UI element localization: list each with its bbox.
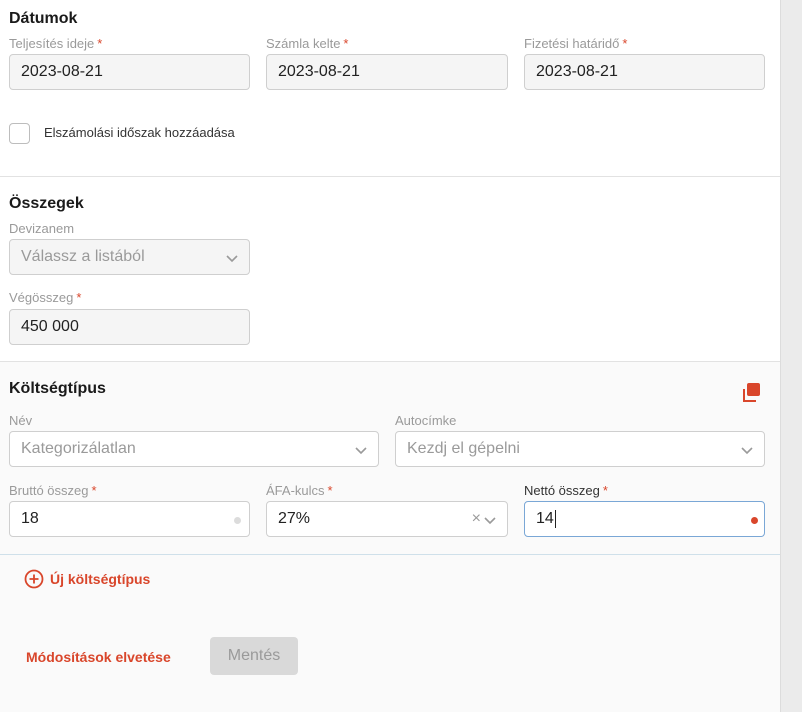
net-amount-value: 14 [536, 510, 554, 527]
chevron-down-icon [226, 255, 238, 263]
due-date-label: Fizetési határidő * [524, 36, 628, 51]
net-amount-label: Nettó összeg * [524, 483, 608, 498]
copy-icon[interactable] [740, 382, 762, 404]
cost-type-section-title: Költségtípus [9, 380, 106, 397]
chevron-down-icon [741, 447, 753, 455]
clear-icon[interactable]: × [472, 510, 481, 528]
status-dot [234, 517, 241, 524]
currency-select-placeholder: Válassz a listából [21, 248, 145, 265]
fulfillment-date-field[interactable]: 2023-08-21 [9, 54, 250, 90]
gross-amount-field[interactable]: 18 [9, 501, 250, 537]
add-cost-type-button[interactable]: Új költségtípus [50, 571, 150, 587]
plus-circle-icon[interactable] [24, 569, 44, 589]
total-amount-label: Végösszeg * [9, 290, 82, 305]
vat-rate-select[interactable]: 27% × [266, 501, 508, 537]
status-dot [751, 517, 758, 524]
cost-name-select-value: Kategorizálatlan [21, 440, 136, 457]
invoice-date-label: Számla kelte * [266, 36, 349, 51]
autotag-label: Autocímke [395, 413, 457, 428]
scrollbar-track[interactable] [780, 0, 802, 712]
billing-period-checkbox-label: Elszámolási időszak hozzáadása [44, 125, 235, 140]
section-divider [0, 361, 780, 362]
vat-rate-value: 27% [278, 510, 311, 527]
autotag-input-placeholder: Kezdj el gépelni [407, 440, 520, 457]
total-amount-field[interactable]: 450 000 [9, 309, 250, 345]
dates-section-title: Dátumok [9, 10, 78, 27]
autotag-input[interactable]: Kezdj el gépelni [395, 431, 765, 467]
discard-changes-button[interactable]: Módosítások elvetése [26, 649, 171, 665]
net-amount-field[interactable]: 14 [524, 501, 765, 537]
billing-period-checkbox[interactable] [9, 123, 30, 144]
gross-amount-label: Bruttó összeg * [9, 483, 97, 498]
fulfillment-date-label: Teljesítés ideje * [9, 36, 103, 51]
currency-select[interactable]: Válassz a listából [9, 239, 250, 275]
chevron-down-icon [355, 447, 367, 455]
vat-rate-label: ÁFA-kulcs * [266, 483, 333, 498]
chevron-down-icon[interactable] [483, 513, 497, 527]
save-button[interactable]: Mentés [210, 637, 298, 675]
currency-label: Devizanem [9, 221, 75, 236]
due-date-field[interactable]: 2023-08-21 [524, 54, 765, 90]
amounts-section-title: Összegek [9, 195, 84, 212]
cost-name-label: Név [9, 413, 33, 428]
section-divider [0, 554, 780, 555]
text-cursor [554, 510, 556, 528]
cost-name-select[interactable]: Kategorizálatlan [9, 431, 379, 467]
invoice-edit-panel: Dátumok Teljesítés ideje * 2023-08-21 Szá… [0, 0, 780, 712]
gross-amount-value: 18 [21, 510, 39, 527]
invoice-date-field[interactable]: 2023-08-21 [266, 54, 508, 90]
